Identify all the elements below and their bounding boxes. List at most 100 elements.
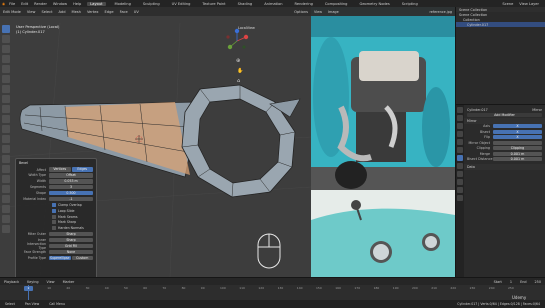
blender-logo-icon[interactable]: ◉	[2, 2, 5, 6]
operator-field[interactable]: Grid Fill	[49, 243, 93, 249]
loop-cut-tool-icon[interactable]	[2, 145, 10, 153]
mirror-title[interactable]: Mirror	[467, 119, 477, 123]
inset-tool-icon[interactable]	[2, 125, 10, 133]
operator-title[interactable]: Bevel	[19, 161, 93, 165]
image-name-field[interactable]: reference.jpg	[429, 10, 452, 14]
knife-tool-icon[interactable]	[2, 155, 10, 163]
checkbox[interactable]	[52, 214, 56, 219]
timeline-menu-view[interactable]: View	[47, 280, 55, 284]
operator-field[interactable]: None	[49, 249, 93, 255]
tab-geometry-nodes[interactable]: Geometry Nodes	[356, 2, 392, 6]
operator-option[interactable]: Vertices	[49, 167, 71, 172]
annotate-tool-icon[interactable]	[2, 85, 10, 93]
physics-tab-icon[interactable]	[457, 171, 463, 177]
menu-help[interactable]: Help	[73, 2, 81, 6]
operator-field[interactable]: -1	[49, 196, 93, 202]
cursor-tool-icon[interactable]	[2, 35, 10, 43]
mode-selector[interactable]: Edit Mode	[3, 10, 21, 14]
options-dropdown[interactable]: Options	[294, 10, 308, 14]
menu-edge[interactable]: Edge	[105, 10, 114, 14]
add-cube-tool-icon[interactable]	[2, 105, 10, 113]
scene-selector[interactable]: Scene	[502, 2, 513, 6]
material-tab-icon[interactable]	[457, 195, 463, 201]
tab-animation[interactable]: Animation	[261, 2, 285, 6]
modifier-row-field[interactable]: X	[493, 129, 542, 134]
operator-field[interactable]: 3	[49, 185, 93, 190]
bevel-tool-icon[interactable]	[2, 135, 10, 143]
checkbox[interactable]	[52, 226, 56, 231]
tab-texture-paint[interactable]: Texture Paint	[199, 2, 228, 6]
object-tab-icon[interactable]	[457, 147, 463, 153]
image-menu-view[interactable]: View	[314, 10, 322, 14]
timeline-start-field[interactable]: 1	[510, 280, 512, 284]
checkbox[interactable]	[52, 202, 56, 207]
current-frame[interactable]: 1	[24, 286, 33, 291]
props-object-name[interactable]: Cylinder.017	[467, 108, 488, 112]
timeline-menu-marker[interactable]: Marker	[63, 280, 75, 284]
operator-field[interactable]: Sharp	[49, 237, 93, 243]
timeline-ruler[interactable]: 0102030405060708090100110120130140150160…	[0, 285, 545, 301]
tab-rendering[interactable]: Rendering	[292, 2, 316, 6]
menu-edit[interactable]: Edit	[21, 2, 28, 6]
data-title[interactable]: Data	[467, 165, 475, 169]
modifier-row-field[interactable]: 0.001 m	[493, 157, 542, 162]
scale-tool-icon[interactable]	[2, 65, 10, 73]
menu-file[interactable]: File	[9, 2, 15, 6]
modifier-row-field[interactable]: Clipping	[493, 146, 542, 151]
scene-tab-icon[interactable]	[457, 131, 463, 137]
tab-layout[interactable]: Layout	[87, 1, 106, 6]
operator-field[interactable]: 0.500	[49, 190, 93, 196]
operator-field[interactable]: Sharp	[49, 232, 93, 237]
menu-uv[interactable]: UV	[134, 10, 139, 14]
rip-tool-icon[interactable]	[2, 225, 10, 233]
zoom-icon[interactable]: ⊕	[236, 58, 240, 64]
operator-checkbox-row[interactable]: Loop Slide	[19, 208, 93, 213]
outliner-item[interactable]: Cylinder.017	[456, 22, 545, 27]
operator-field[interactable]: Offset	[49, 173, 93, 178]
menu-vertex[interactable]: Vertex	[87, 10, 99, 14]
operator-checkbox-row[interactable]: Harden Normals	[19, 226, 93, 231]
operator-segmented-control[interactable]: Superellipse Custom	[49, 255, 93, 260]
menu-face[interactable]: Face	[120, 10, 128, 14]
modifier-row-field[interactable]	[493, 140, 542, 145]
hand-pan-icon[interactable]: ✋	[237, 68, 243, 74]
output-tab-icon[interactable]	[457, 123, 463, 129]
3d-viewport[interactable]: Edit Mode View Select Add Mesh Vertex Ed…	[0, 7, 311, 277]
operator-checkbox-row[interactable]: Clamp Overlap	[19, 202, 93, 207]
spin-tool-icon[interactable]	[2, 175, 10, 183]
shear-tool-icon[interactable]	[2, 215, 10, 223]
navigation-gizmo-icon[interactable]	[224, 28, 250, 54]
move-tool-icon[interactable]	[2, 45, 10, 53]
menu-add[interactable]: Add	[59, 10, 66, 14]
menu-render[interactable]: Render	[34, 2, 47, 6]
tab-scripting[interactable]: Scripting	[399, 2, 421, 6]
extrude-tool-icon[interactable]	[2, 115, 10, 123]
modifier-tab-icon[interactable]	[457, 155, 463, 161]
rotate-tool-icon[interactable]	[2, 55, 10, 63]
constraints-tab-icon[interactable]	[457, 179, 463, 185]
render-tab-icon[interactable]	[457, 115, 463, 121]
smooth-tool-icon[interactable]	[2, 185, 10, 193]
poly-build-tool-icon[interactable]	[2, 165, 10, 173]
select-box-tool-icon[interactable]	[2, 25, 10, 33]
tab-modeling[interactable]: Modeling	[112, 2, 134, 6]
timeline-end-field[interactable]: 250	[535, 280, 541, 284]
shrink-tool-icon[interactable]	[2, 205, 10, 213]
timeline-menu-keying[interactable]: Keying	[27, 280, 38, 284]
tab-shading[interactable]: Shading	[235, 2, 256, 6]
tab-sculpting[interactable]: Sculpting	[140, 2, 163, 6]
bevel-operator-panel[interactable]: Bevel Affect Vertices Edges Width Type Offse…	[15, 158, 97, 277]
edge-slide-tool-icon[interactable]	[2, 195, 10, 203]
viewlayer-selector[interactable]: View Layer	[519, 2, 539, 6]
checkbox[interactable]	[52, 220, 56, 225]
transform-tool-icon[interactable]	[2, 75, 10, 83]
camera-icon[interactable]: ⌂	[237, 78, 240, 84]
tool-tab-icon[interactable]	[457, 107, 463, 113]
timeline-menu-playback[interactable]: Playback	[4, 280, 19, 284]
modifier-row-field[interactable]: X	[493, 124, 542, 129]
operator-segmented-control[interactable]: Vertices Edges	[49, 167, 93, 172]
tab-compositing[interactable]: Compositing	[322, 2, 351, 6]
operator-option[interactable]: Superellipse	[49, 255, 71, 260]
operator-checkbox-row[interactable]: Mark Sharp	[19, 220, 93, 225]
modifier-row-field[interactable]: 0.001 m	[493, 151, 542, 156]
